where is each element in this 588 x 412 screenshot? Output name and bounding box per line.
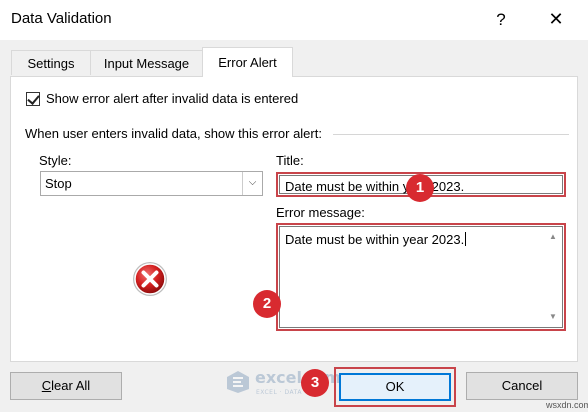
tab-error-alert[interactable]: Error Alert bbox=[202, 47, 293, 77]
scroll-down-icon[interactable]: ▼ bbox=[546, 310, 560, 324]
clear-all-button[interactable]: Clear All bbox=[10, 372, 122, 400]
show-error-alert-label[interactable]: Show error alert after invalid data is e… bbox=[46, 91, 298, 106]
clear-all-label: Clear All bbox=[41, 378, 91, 393]
dialog-body: Settings Input Message Error Alert Show … bbox=[0, 40, 588, 412]
error-message-label: Error message: bbox=[276, 205, 365, 220]
error-alert-panel: Show error alert after invalid data is e… bbox=[10, 76, 578, 362]
site-watermark: wsxdn.com bbox=[546, 400, 588, 410]
scroll-up-icon[interactable]: ▲ bbox=[546, 230, 560, 244]
ok-button[interactable]: OK bbox=[339, 373, 451, 401]
title-field-value: Date must be within year 2023. bbox=[285, 179, 465, 194]
exceldemy-logo-icon bbox=[227, 371, 249, 393]
error-message-field[interactable]: Date must be within year 2023. ▲ ▼ bbox=[276, 223, 566, 331]
text-caret bbox=[465, 232, 467, 246]
title-field-label: Title: bbox=[276, 153, 304, 168]
window-title: Data Validation bbox=[11, 10, 112, 27]
annotation-badge-1: 1 bbox=[406, 174, 434, 202]
chevron-down-icon[interactable]: ⌵ bbox=[242, 172, 262, 195]
section-divider bbox=[333, 134, 569, 135]
help-button[interactable]: ? bbox=[490, 9, 512, 31]
error-message-value: Date must be within year 2023. bbox=[285, 232, 467, 247]
section-label: When user enters invalid data, show this… bbox=[25, 126, 322, 141]
style-select[interactable]: Stop ⌵ bbox=[40, 171, 263, 196]
annotation-badge-2: 2 bbox=[253, 290, 281, 318]
error-message-field-inner: Date must be within year 2023. ▲ ▼ bbox=[279, 226, 563, 328]
close-button[interactable]: ✕ bbox=[545, 7, 567, 31]
show-error-alert-checkbox[interactable] bbox=[26, 92, 40, 106]
title-bar: Data Validation ? ✕ bbox=[0, 0, 588, 40]
tab-settings[interactable]: Settings bbox=[11, 50, 91, 75]
style-select-value: Stop bbox=[45, 176, 72, 191]
stop-error-icon bbox=[133, 262, 167, 296]
error-message-text: Date must be within year 2023. bbox=[285, 232, 465, 247]
style-label: Style: bbox=[39, 153, 72, 168]
cancel-button[interactable]: Cancel bbox=[466, 372, 578, 400]
annotation-badge-3: 3 bbox=[301, 369, 329, 397]
tab-input-message[interactable]: Input Message bbox=[90, 50, 203, 75]
